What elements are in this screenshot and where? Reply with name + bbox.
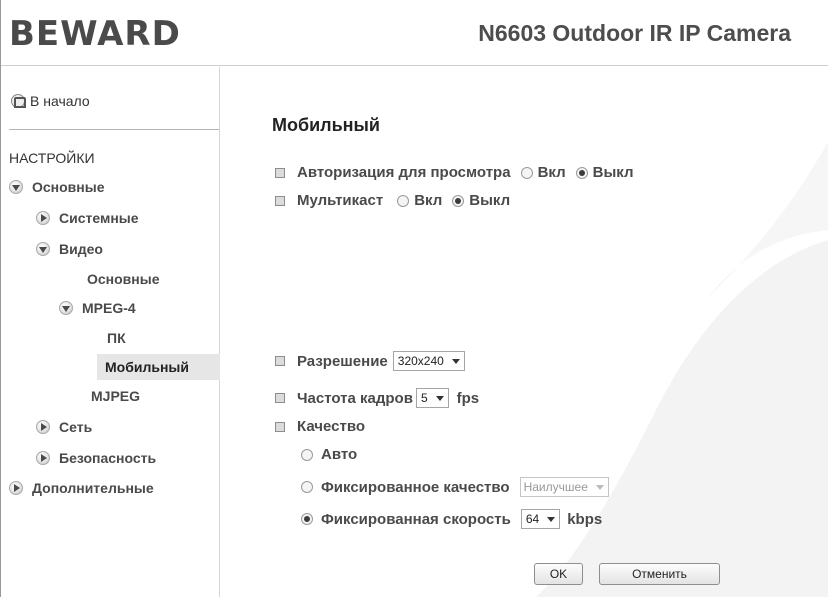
sidebar-item-mjpeg[interactable]: MJPEG [91,388,140,404]
sidebar-item-video-basic[interactable]: Основные [87,271,160,287]
sidebar-item-mobile[interactable]: Мобильный [105,359,189,375]
quality-auto-radio[interactable] [301,448,313,461]
chevron-down-icon [451,358,460,364]
framerate-label: Частота кадров [297,389,413,407]
kbps-unit: kbps [567,510,603,528]
multicast-row: Мультикаст Вкл Выкл [275,192,510,209]
home-icon [11,94,26,108]
resolution-label: Разрешение [297,352,388,370]
quality-row: Качество [275,418,365,435]
header: BEWARD N6603 Outdoor IR IP Camera [1,0,828,66]
fps-unit: fps [456,389,480,407]
sidebar-divider [9,129,219,130]
multicast-label: Мультикаст [297,192,384,209]
multicast-off-label: Выкл [469,192,511,209]
framerate-select[interactable]: 5 [415,388,449,408]
framerate-value: 5 [420,391,428,405]
sidebar-item-system[interactable]: Системные [36,210,139,226]
bullet-icon [275,393,285,403]
bullet-icon [275,195,285,206]
fixed-quality-select[interactable]: Наилучшее [519,477,609,497]
beward-logo: BEWARD [9,14,181,54]
auth-on-radio[interactable] [520,166,533,179]
app-window: BEWARD N6603 Outdoor IR IP Camera В нача… [0,0,828,597]
sidebar-item-label: MPEG-4 [82,300,136,316]
framerate-row: Частота кадров 5 fps [275,388,479,408]
collapse-arrow-icon [9,481,23,495]
fixed-rate-select[interactable]: 64 [520,509,561,529]
cancel-button[interactable]: Отменить [599,563,720,585]
expand-arrow-icon [59,301,73,315]
multicast-on-radio[interactable] [397,194,410,207]
collapse-arrow-icon [36,451,50,465]
expand-arrow-icon [36,242,50,256]
auth-on-label: Вкл [537,164,566,181]
quality-auto-row: Авто [301,446,357,463]
sidebar-item-pc[interactable]: ПК [107,330,126,346]
fixed-quality-radio[interactable] [301,481,313,493]
chevron-down-icon [595,484,604,490]
multicast-off-radio[interactable] [452,194,465,207]
collapse-arrow-icon [36,211,50,225]
bullet-icon [275,421,285,432]
resolution-row: Разрешение 320x240 [275,351,465,371]
bullet-icon [275,356,285,366]
sidebar-item-basic[interactable]: Основные [9,179,105,195]
expand-arrow-icon [9,180,23,194]
auth-off-label: Выкл [592,164,634,181]
sidebar-item-security[interactable]: Безопасность [36,450,156,466]
sidebar-item-mpeg4[interactable]: MPEG-4 [59,300,136,316]
home-label: В начало [30,93,90,109]
fixed-rate-label: Фиксированная скорость [321,510,511,528]
sidebar-item-label: Безопасность [59,450,157,466]
auth-label: Авторизация для просмотра [297,164,511,181]
sidebar-item-label: Дополнительные [32,480,154,496]
fixed-rate-value: 64 [525,512,540,526]
auth-off-radio[interactable] [575,166,588,179]
fixed-quality-value: Наилучшее [523,480,588,494]
sidebar-item-network[interactable]: Сеть [36,419,92,435]
auth-row: Авторизация для просмотра Вкл Выкл [275,164,634,181]
settings-heading: НАСТРОЙКИ [9,150,95,166]
sidebar-item-advanced[interactable]: Дополнительные [9,480,154,496]
camera-model-title: N6603 Outdoor IR IP Camera [478,20,791,46]
chevron-down-icon [547,516,556,522]
sidebar-item-label: Видео [59,241,103,257]
page-title: Мобильный [272,115,380,135]
sidebar-item-video[interactable]: Видео [36,241,103,257]
fixed-rate-row: Фиксированная скорость 64 kbps [301,509,602,529]
collapse-arrow-icon [36,420,50,434]
resolution-value: 320x240 [397,354,444,368]
ok-button[interactable]: OK [534,563,583,585]
sidebar-item-label: Сеть [59,419,93,435]
quality-auto-label: Авто [321,446,358,463]
chevron-down-icon [435,395,444,401]
multicast-on-label: Вкл [414,192,443,209]
fixed-quality-label: Фиксированное качество [321,478,510,496]
home-link[interactable]: В начало [11,93,90,109]
sidebar-item-label: Основные [32,179,105,195]
fixed-rate-radio[interactable] [301,513,313,525]
resolution-select[interactable]: 320x240 [392,351,465,371]
fixed-quality-row: Фиксированное качество Наилучшее [301,477,609,497]
bullet-icon [275,167,285,178]
quality-label: Качество [297,418,366,435]
sidebar-item-label: Системные [59,210,139,226]
